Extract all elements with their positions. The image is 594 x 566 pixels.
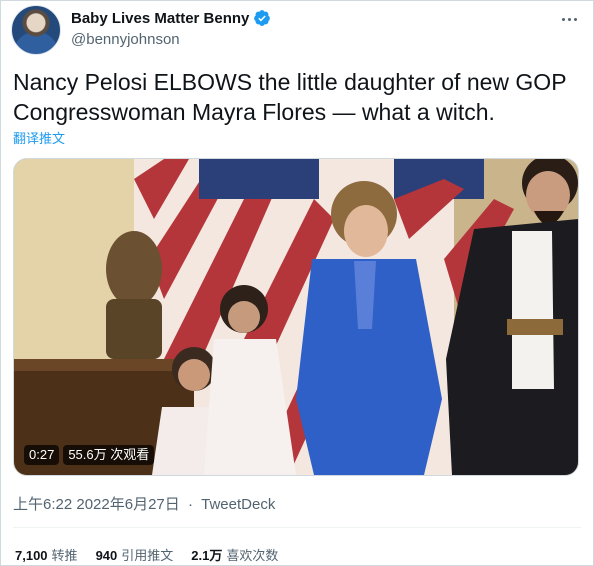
meta-separator: · bbox=[187, 496, 193, 513]
tweet-card: Baby Lives Matter Benny @bennyjohnson Na… bbox=[0, 0, 594, 566]
tweet-time[interactable]: 上午6:22 bbox=[13, 496, 72, 513]
tweet-header: Baby Lives Matter Benny @bennyjohnson bbox=[11, 5, 583, 57]
name-row: Baby Lives Matter Benny bbox=[71, 9, 271, 27]
video-player[interactable]: 0:27 55.6万 次观看 bbox=[13, 158, 579, 476]
retweets-stat[interactable]: 7,100 转推 bbox=[15, 545, 78, 564]
likes-label: 喜欢次数 bbox=[226, 548, 279, 563]
video-duration: 0:27 bbox=[24, 445, 60, 465]
retweets-label: 转推 bbox=[51, 548, 78, 563]
quotes-count: 940 bbox=[95, 548, 118, 563]
more-options-icon[interactable] bbox=[555, 9, 583, 29]
tweet-source[interactable]: TweetDeck bbox=[201, 496, 275, 513]
tweet-meta: 上午6:22 2022年6月27日 · TweetDeck bbox=[13, 493, 275, 514]
verified-badge-icon bbox=[254, 10, 271, 26]
tweet-text: Nancy Pelosi ELBOWS the little daughter … bbox=[13, 69, 567, 125]
avatar[interactable] bbox=[11, 5, 61, 55]
quotes-label: 引用推文 bbox=[121, 548, 174, 563]
display-name[interactable]: Baby Lives Matter Benny bbox=[71, 10, 249, 27]
video-views: 55.6万 次观看 bbox=[63, 445, 155, 465]
tweet-stats: 7,100 转推 940 引用推文 2.1万 喜欢次数 bbox=[15, 545, 278, 564]
tweet-date[interactable]: 2022年6月27日 bbox=[76, 496, 179, 513]
video-frame bbox=[14, 159, 578, 475]
video-badges: 0:27 55.6万 次观看 bbox=[24, 445, 155, 465]
likes-count: 2.1万 bbox=[191, 548, 223, 563]
quotes-stat[interactable]: 940 引用推文 bbox=[96, 545, 174, 564]
retweets-count: 7,100 bbox=[15, 548, 48, 563]
likes-stat[interactable]: 2.1万 喜欢次数 bbox=[191, 545, 278, 564]
handle[interactable]: @bennyjohnson bbox=[71, 31, 180, 48]
translate-tweet-link[interactable]: 翻译推文 bbox=[13, 128, 65, 147]
divider bbox=[13, 527, 581, 528]
